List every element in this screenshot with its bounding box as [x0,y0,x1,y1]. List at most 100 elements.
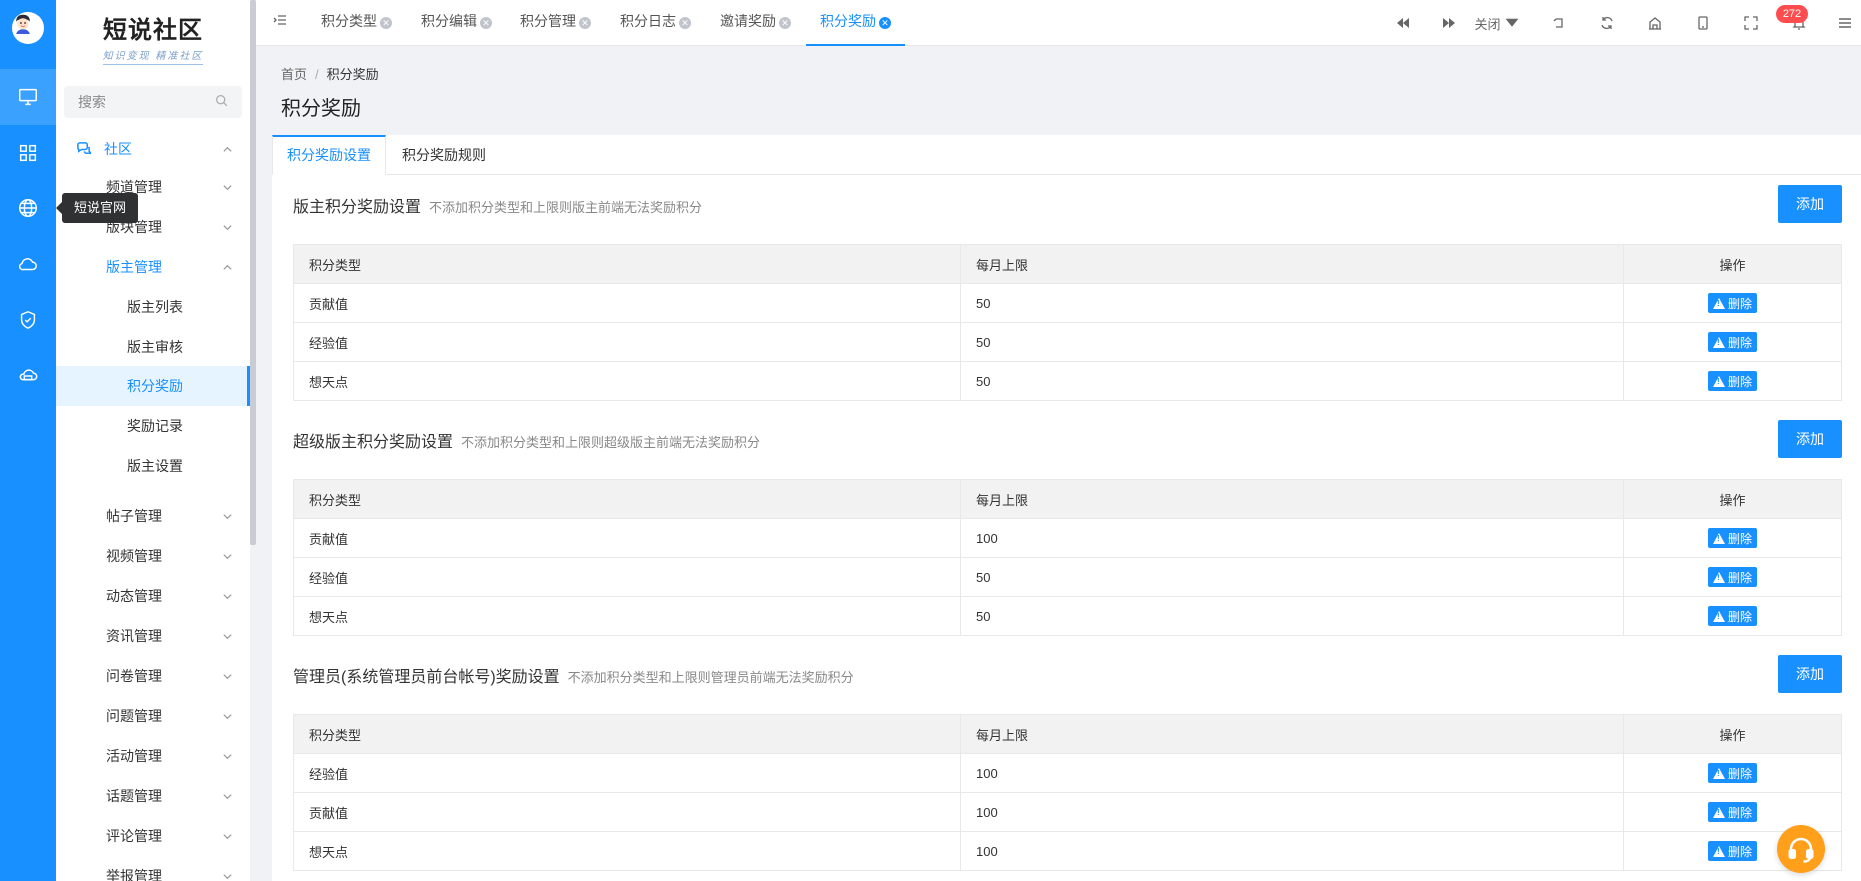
close-icon[interactable]: ✕ [779,17,791,29]
sidebar-item-videos[interactable]: 视频管理 [56,536,250,576]
cell-op: 删除 [1623,596,1842,636]
warning-icon [1712,532,1725,544]
building-icon[interactable] [1640,10,1670,36]
scroll-tabs-left-icon[interactable] [1388,10,1418,36]
delete-button[interactable]: 删除 [1707,606,1757,626]
cell-type: 想天点 [293,831,961,871]
section-title: 版主积分奖励设置 [293,199,422,216]
sidebar-item-events[interactable]: 活动管理 [56,736,250,776]
tab-label: 积分编辑 [421,13,477,29]
close-tabs-dropdown[interactable]: 关闭 [1472,10,1522,36]
scroll-tabs-right-icon[interactable] [1434,10,1464,36]
sidebar-item-moderator[interactable]: 版主管理 [56,247,250,287]
close-icon[interactable]: ✕ [380,17,392,29]
refresh-icon[interactable] [1592,10,1622,36]
delete-button[interactable]: 删除 [1707,802,1757,822]
chevron-down-icon [220,736,234,776]
user-avatar[interactable] [12,12,44,44]
column-header-type: 积分类型 [293,479,961,519]
close-icon[interactable]: ✕ [480,17,492,29]
sidebar-item-surveys[interactable]: 问卷管理 [56,656,250,696]
delete-label: 删除 [1727,844,1752,859]
chevron-down-icon [220,856,234,881]
add-button[interactable]: 添加 [1778,185,1842,223]
delete-button[interactable]: 删除 [1707,567,1757,587]
sidebar-item-moderator-review[interactable]: 版主审核 [56,327,250,367]
sidebar-item-posts[interactable]: 帖子管理 [56,496,250,536]
tab-points-reward[interactable]: 积分奖励 ✕ [806,0,905,46]
sidebar-item-label: 奖励记录 [127,418,183,434]
tab-points-edit[interactable]: 积分编辑 ✕ [421,0,492,46]
sidebar-item-reports[interactable]: 举报管理 [56,856,250,881]
column-header-op: 操作 [1623,714,1842,754]
close-icon[interactable]: ✕ [579,17,591,29]
customer-support-button[interactable] [1777,825,1825,873]
cell-type: 贡献值 [293,518,961,558]
sidebar-item-moderator-list[interactable]: 版主列表 [56,287,250,327]
menu-icon[interactable] [1830,10,1860,36]
sidebar-item-news[interactable]: 资讯管理 [56,616,250,656]
table-row: 经验值 50 删除 [293,322,1842,362]
breadcrumb-home[interactable]: 首页 [281,67,307,82]
sidebar-item-points-reward[interactable]: 积分奖励 [56,366,250,406]
rail-cloud[interactable] [0,236,56,292]
tab-reward-rules[interactable]: 积分奖励规则 [388,135,500,175]
add-button[interactable]: 添加 [1778,420,1842,458]
logo-underline [103,64,203,65]
sidebar-item-topics[interactable]: 话题管理 [56,776,250,816]
logo-subtitle: 知识变现 精准社区 [102,51,204,62]
warning-icon [1712,767,1725,779]
close-icon[interactable]: ✕ [679,17,691,29]
delete-button[interactable]: 删除 [1707,293,1757,313]
logo-title: 短说社区 [103,15,203,44]
tab-label: 积分日志 [620,13,676,29]
add-button[interactable]: 添加 [1778,655,1842,693]
section-heading: 超级版主积分奖励设置 不添加积分类型和上限则超级版主前端无法奖励积分 [293,428,760,452]
shield-icon [20,310,36,330]
tab-label: 积分奖励 [820,13,876,29]
section-heading: 版主积分奖励设置 不添加积分类型和上限则版主前端无法奖励积分 [293,193,702,217]
sidebar-item-community[interactable]: 社区 [56,129,250,169]
tab-points-log[interactable]: 积分日志 ✕ [620,0,691,46]
sidebar-item-reward-log[interactable]: 奖励记录 [56,406,250,446]
tab-invite-reward[interactable]: 邀请奖励 ✕ [720,0,791,46]
close-icon[interactable]: ✕ [879,17,891,29]
cell-op: 删除 [1623,518,1842,558]
headset-icon [1788,837,1814,863]
back-icon[interactable] [1544,10,1574,36]
sidebar-item-label: 问卷管理 [106,668,162,684]
sidebar-search[interactable]: 搜索 [64,86,242,118]
sidebar-item-comments[interactable]: 评论管理 [56,816,250,856]
rail-cloud-service[interactable] [0,348,56,404]
monitor-icon [19,88,37,106]
delete-label: 删除 [1727,531,1752,546]
rail-security[interactable] [0,292,56,348]
chevron-down-icon [220,207,234,247]
icon-rail [0,0,56,881]
tab-points-type[interactable]: 积分类型 ✕ [321,0,392,46]
delete-button[interactable]: 删除 [1707,332,1757,352]
rail-dashboard[interactable] [0,69,56,125]
fullscreen-icon[interactable] [1736,10,1766,36]
warning-icon [1712,336,1725,348]
table-row: 经验值 100 删除 [293,753,1842,793]
table-row: 贡献值 100 删除 [293,792,1842,832]
delete-button[interactable]: 删除 [1707,841,1757,861]
rail-apps[interactable] [0,125,56,181]
sidebar-item-moments[interactable]: 动态管理 [56,576,250,616]
delete-button[interactable]: 删除 [1707,763,1757,783]
section-hint: 不添加积分类型和上限则版主前端无法奖励积分 [429,200,703,215]
tab-points-manage[interactable]: 积分管理 ✕ [520,0,591,46]
sidebar-scrollbar[interactable] [250,0,256,545]
breadcrumb: 首页 / 积分奖励 [281,64,379,83]
sidebar-item-questions[interactable]: 问题管理 [56,696,250,736]
rail-website[interactable] [0,180,56,236]
delete-button[interactable]: 删除 [1707,371,1757,391]
mobile-icon[interactable] [1688,10,1718,36]
collapse-menu-icon[interactable] [272,12,294,34]
globe-icon [19,199,37,217]
column-header-op: 操作 [1623,479,1842,519]
tab-reward-settings[interactable]: 积分奖励设置 [272,135,386,175]
delete-button[interactable]: 删除 [1707,528,1757,548]
sidebar-item-moderator-settings[interactable]: 版主设置 [56,446,250,486]
